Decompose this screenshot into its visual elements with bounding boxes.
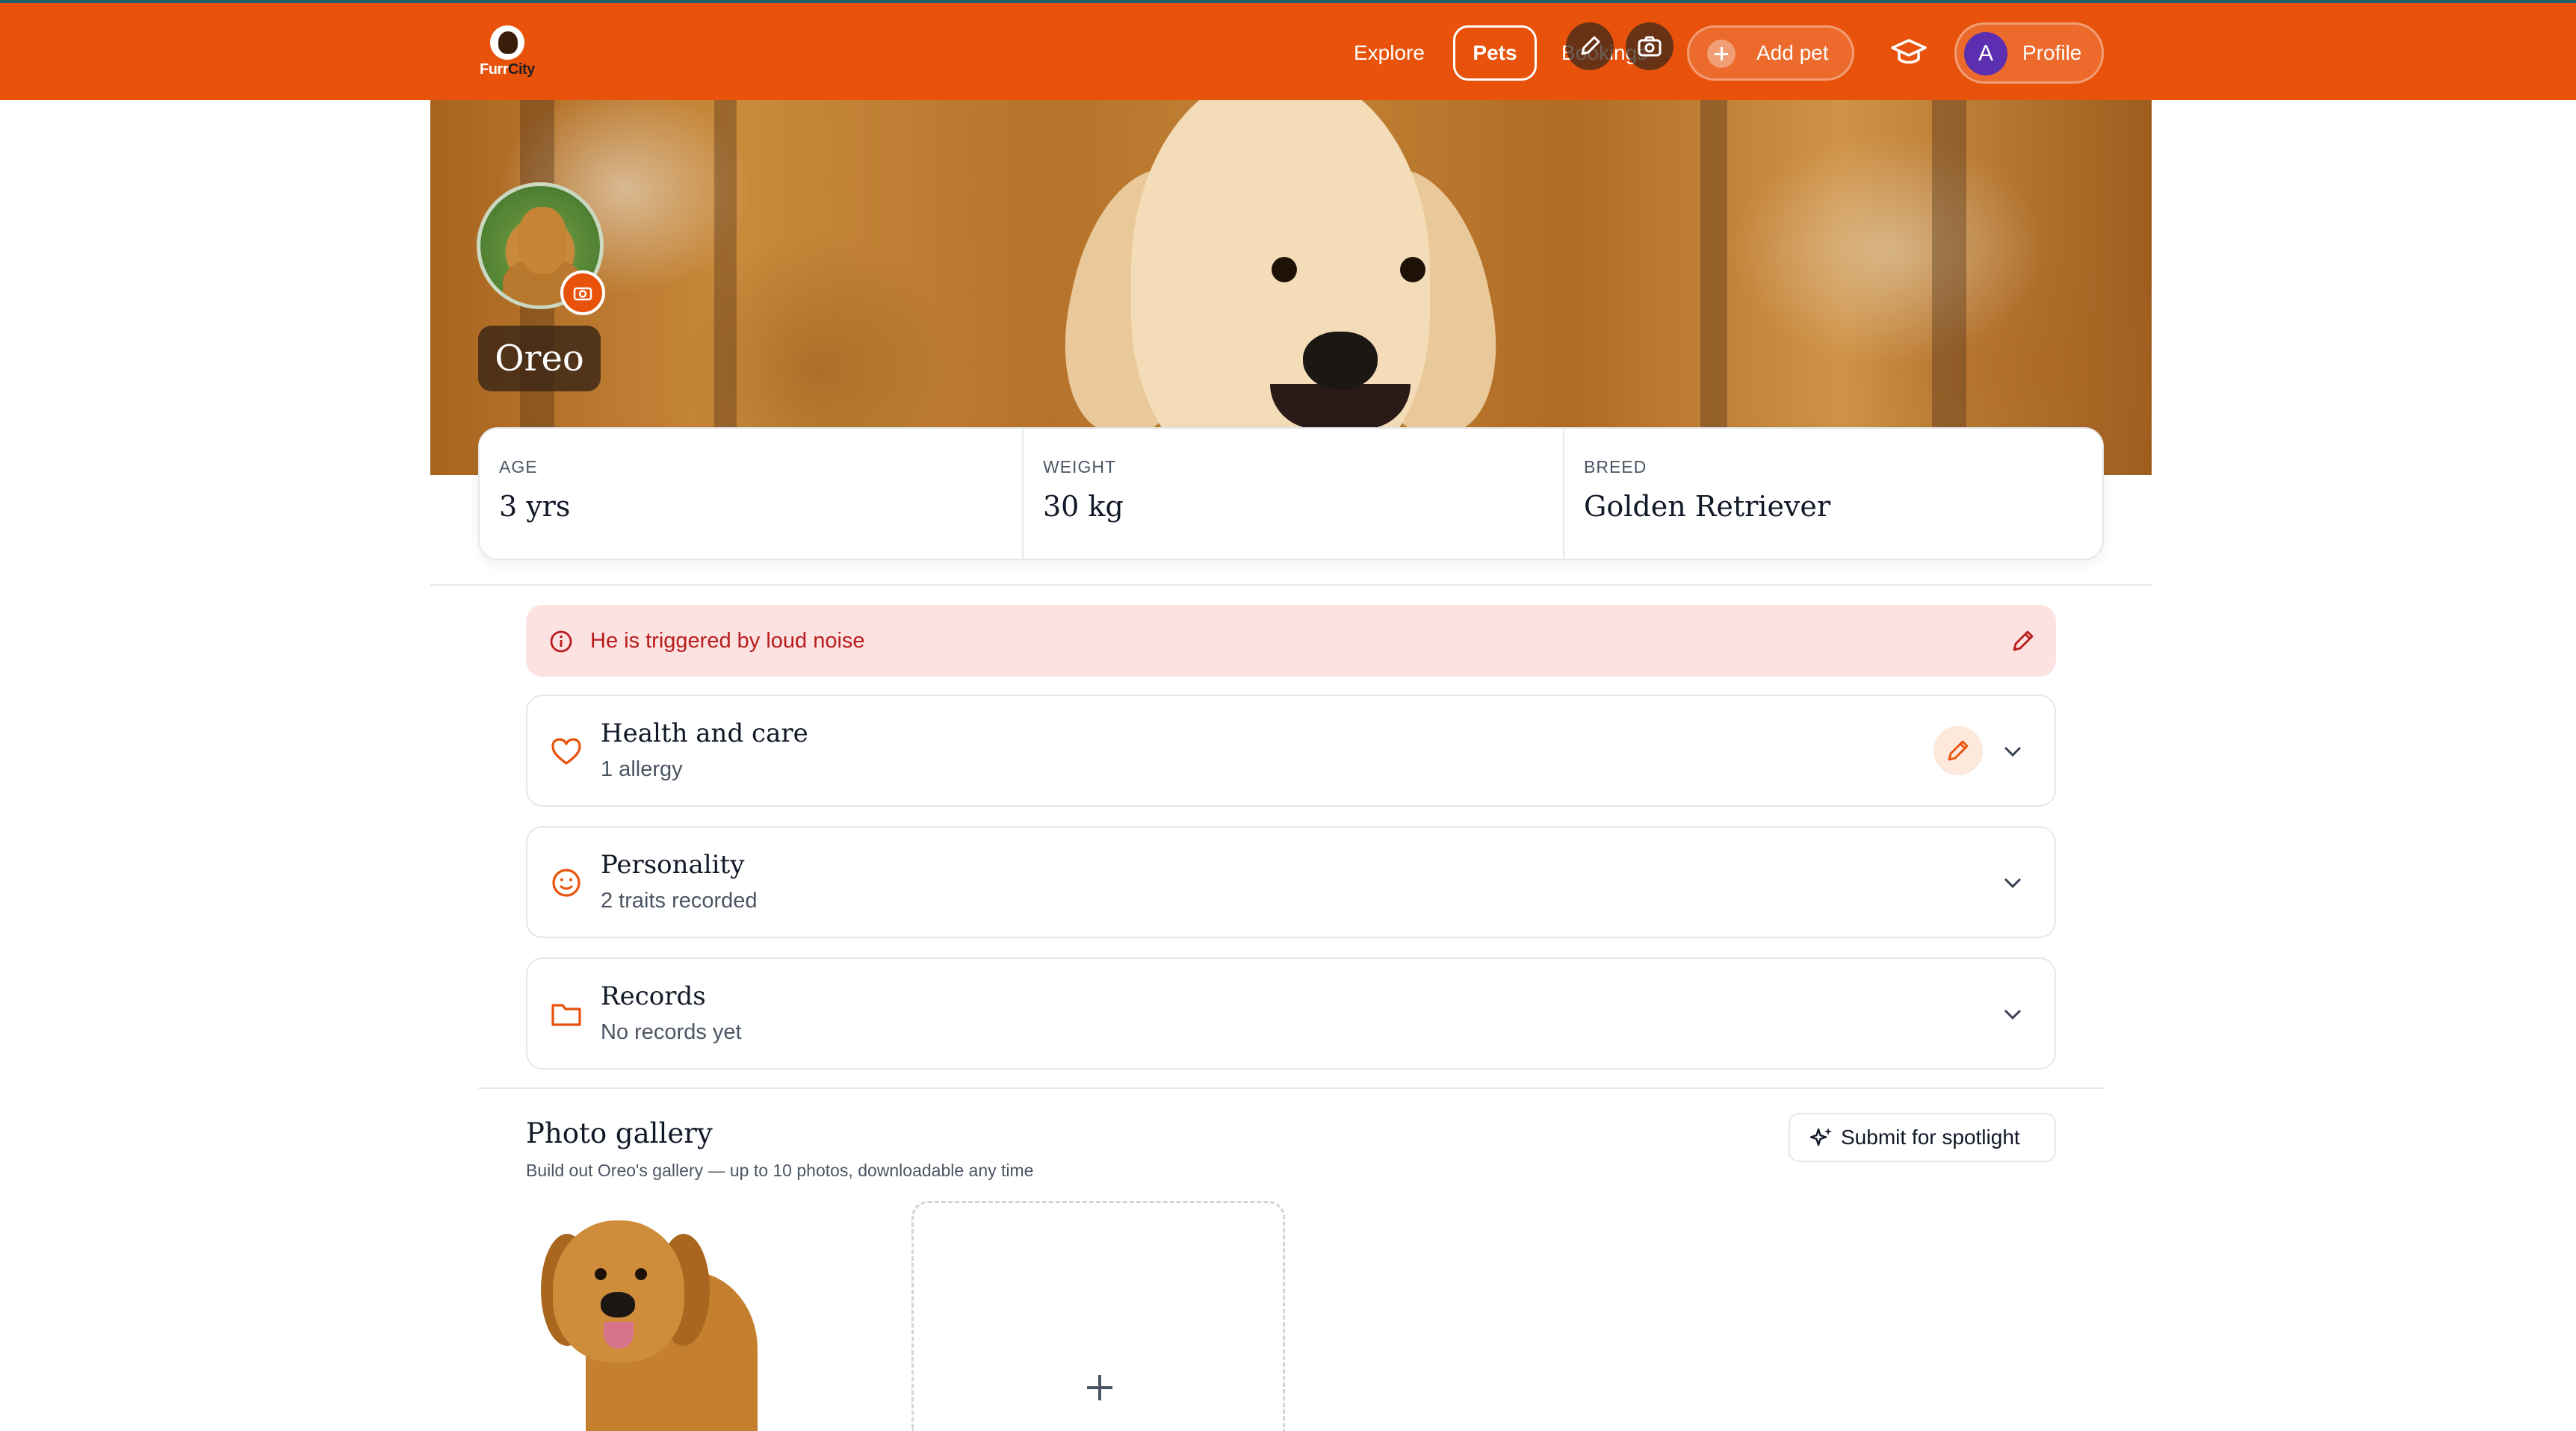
section-subtitle: 1 allergy: [601, 757, 683, 781]
submit-spotlight-button[interactable]: Submit for spotlight: [1789, 1113, 2056, 1162]
dog-eye: [1272, 257, 1297, 282]
cover-photo: [430, 100, 2152, 475]
profile-button[interactable]: A Profile: [1954, 22, 2104, 84]
plus-icon: [1707, 40, 1736, 68]
logo-word-1: Furr: [480, 61, 509, 78]
stat-label: BREED: [1584, 457, 1647, 477]
furrcity-logo[interactable]: FurrCity: [478, 22, 541, 79]
section-divider: [478, 1087, 2104, 1089]
graduation-cap-icon[interactable]: [1890, 37, 1928, 69]
dog-nose: [601, 1292, 635, 1317]
top-nav: FurrCity Explore Pets Bookings Add pet A…: [0, 0, 2576, 100]
profile-label: Profile: [2022, 41, 2082, 64]
cover-tree-trunk: [1700, 100, 1727, 475]
edit-cover-button[interactable]: [1566, 22, 1614, 70]
stat-value: 30 kg: [1043, 490, 1124, 523]
alert-text: He is triggered by loud noise: [590, 629, 865, 653]
spotlight-label: Submit for spotlight: [1841, 1126, 2020, 1149]
logo-wordmark: FurrCity: [480, 61, 535, 78]
stat-value: Golden Retriever: [1584, 490, 1831, 523]
section-subtitle: No records yet: [601, 1020, 742, 1044]
section-title: Health and care: [601, 718, 808, 748]
logo-word-2: City: [508, 61, 535, 78]
dog-icon: [498, 31, 518, 54]
dog-eye: [635, 1268, 647, 1280]
stat-label: AGE: [499, 457, 538, 477]
dog-eye: [1400, 257, 1425, 282]
gallery-title: Photo gallery: [526, 1117, 713, 1149]
avatar-dog-face: [518, 207, 567, 274]
cover-tree-trunk: [714, 100, 737, 475]
stat-value: 3 yrs: [499, 490, 571, 523]
pencil-icon[interactable]: [2008, 626, 2038, 656]
change-cover-photo-button[interactable]: [1626, 22, 1674, 70]
nav-pets[interactable]: Pets: [1453, 25, 1537, 81]
pencil-icon: [1581, 36, 1600, 55]
stat-age: AGE 3 yrs: [480, 429, 1022, 559]
photo-dog-head: [526, 1204, 711, 1368]
dog-mouth: [1270, 384, 1411, 429]
camera-icon: [1638, 36, 1662, 57]
change-avatar-button[interactable]: [560, 270, 605, 315]
dog-nose: [1303, 332, 1378, 390]
add-pet-button[interactable]: Add pet: [1687, 25, 1854, 81]
section-subtitle: 2 traits recorded: [601, 889, 758, 913]
add-photo-tile[interactable]: [911, 1201, 1285, 1431]
chevron-down-icon[interactable]: [1998, 868, 2028, 898]
add-pet-label: Add pet: [1756, 41, 1829, 64]
nav-explore[interactable]: Explore: [1354, 25, 1425, 81]
plus-icon: [1087, 1375, 1112, 1400]
folder-icon: [551, 1004, 581, 1026]
chevron-down-icon[interactable]: [1998, 999, 2028, 1029]
sparkles-icon: [1809, 1128, 1832, 1146]
camera-icon: [573, 287, 592, 301]
section-divider: [430, 584, 2152, 586]
section-title: Personality: [601, 850, 745, 880]
section-personality[interactable]: Personality 2 traits recorded: [526, 826, 2056, 938]
pencil-icon: [1948, 740, 1969, 761]
section-title: Records: [601, 981, 706, 1011]
stat-weight: WEIGHT 30 kg: [1022, 429, 1563, 559]
behavior-alert: He is triggered by loud noise: [526, 605, 2056, 677]
chevron-down-icon[interactable]: [1998, 736, 2028, 766]
stat-breed: BREED Golden Retriever: [1563, 429, 2102, 559]
edit-health-button[interactable]: [1933, 726, 1983, 775]
info-icon: [550, 630, 572, 653]
stat-label: WEIGHT: [1043, 457, 1116, 477]
gallery-photo[interactable]: [526, 1204, 885, 1431]
avatar: A: [1964, 32, 2007, 75]
gallery-subtitle: Build out Oreo's gallery — up to 10 phot…: [526, 1161, 1034, 1180]
dog-eye: [595, 1268, 607, 1280]
dog-face: [1131, 100, 1430, 475]
pet-name: Oreo: [478, 326, 601, 391]
cover-tree-trunk: [1932, 100, 1966, 475]
pet-stats-card: AGE 3 yrs WEIGHT 30 kg BREED Golden Retr…: [478, 427, 2104, 560]
smiley-icon: [552, 869, 580, 897]
section-records[interactable]: Records No records yet: [526, 957, 2056, 1070]
heart-icon: [551, 738, 581, 765]
section-health-and-care[interactable]: Health and care 1 allergy: [526, 695, 2056, 807]
cover-dog: [1044, 100, 1517, 475]
